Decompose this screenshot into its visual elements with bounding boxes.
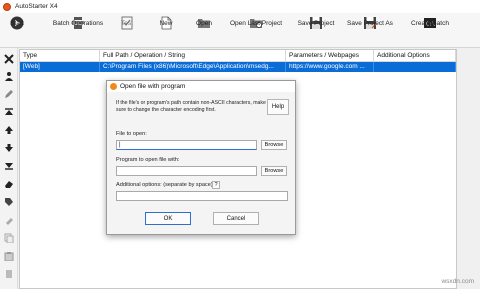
delete-icon[interactable] [3, 53, 14, 64]
program-label: Program to open file with: [116, 157, 180, 163]
dialog-app-icon [110, 83, 117, 90]
dialog-title: Open file with program [120, 83, 186, 90]
help-button[interactable]: Help [267, 99, 289, 115]
table-header: Type Full Path / Operation / String Para… [20, 50, 456, 62]
save-project-as-button[interactable]: Save Project As [344, 15, 396, 46]
watermark: wsxdn.com [441, 278, 474, 285]
paste-icon[interactable] [3, 250, 14, 261]
move-up-icon[interactable] [3, 124, 14, 135]
edit-icon[interactable] [3, 88, 14, 99]
table-row[interactable]: [Web] C:\Program Files (x86)\Microsoft\E… [20, 62, 456, 72]
cell-parameters: https://www.google.com ... [286, 62, 374, 72]
create-batch-button[interactable]: C:\ Create Batch [408, 15, 452, 46]
file-to-open-field[interactable]: | [116, 140, 257, 150]
user-run-icon[interactable] [3, 70, 14, 81]
batch-operations-button[interactable]: Batch Operations [50, 15, 106, 46]
save-project-button[interactable]: Save Project [296, 15, 336, 46]
clipboard-icon[interactable] [3, 268, 14, 279]
column-header-type[interactable]: Type [20, 50, 100, 61]
tag-icon[interactable] [3, 196, 14, 207]
additional-options-label: Additional options: (separate by space) [116, 182, 213, 188]
new-button[interactable]: New [155, 15, 177, 46]
toolbar: Start Batch Operations Test New Open Ope… [0, 13, 480, 48]
start-button[interactable]: Start [6, 15, 28, 46]
cancel-button[interactable]: Cancel [213, 212, 259, 225]
program-field[interactable] [116, 166, 257, 176]
ok-button[interactable]: OK [145, 212, 191, 225]
column-header-parameters[interactable]: Parameters / Webpages [286, 50, 374, 61]
move-top-icon[interactable] [3, 106, 14, 117]
move-down-icon[interactable] [3, 142, 14, 153]
test-button[interactable]: Test [116, 15, 138, 46]
cell-options [374, 62, 456, 72]
options-help-button[interactable]: ? [212, 181, 220, 189]
copy-icon[interactable] [3, 232, 14, 243]
eraser-icon[interactable] [3, 178, 14, 189]
dialog-title-bar: Open file with program [107, 81, 295, 92]
window-title: AutoStarter X4 [15, 3, 58, 10]
file-to-open-label: File to open: [116, 131, 147, 137]
column-header-options[interactable]: Additional Options [374, 50, 456, 61]
tool-icon[interactable] [3, 214, 14, 225]
browse-file-button[interactable]: Browse [261, 140, 287, 150]
cell-path: C:\Program Files (x86)\Microsoft\Edge\Ap… [100, 62, 286, 72]
open-file-dialog: Open file with program If the file's or … [106, 80, 296, 235]
additional-options-field[interactable] [116, 191, 288, 201]
side-tools [0, 48, 18, 289]
dialog-description: If the file's or program's path contain … [116, 100, 266, 113]
browse-program-button[interactable]: Browse [261, 166, 287, 176]
app-logo-icon [3, 2, 11, 11]
open-last-project-button[interactable]: Open Last Project [228, 15, 284, 46]
cell-type: [Web] [20, 62, 100, 72]
open-button[interactable]: Open [193, 15, 215, 46]
title-bar: AutoStarter X4 [0, 0, 480, 13]
column-header-path[interactable]: Full Path / Operation / String [100, 50, 286, 61]
move-bottom-icon[interactable] [3, 160, 14, 171]
